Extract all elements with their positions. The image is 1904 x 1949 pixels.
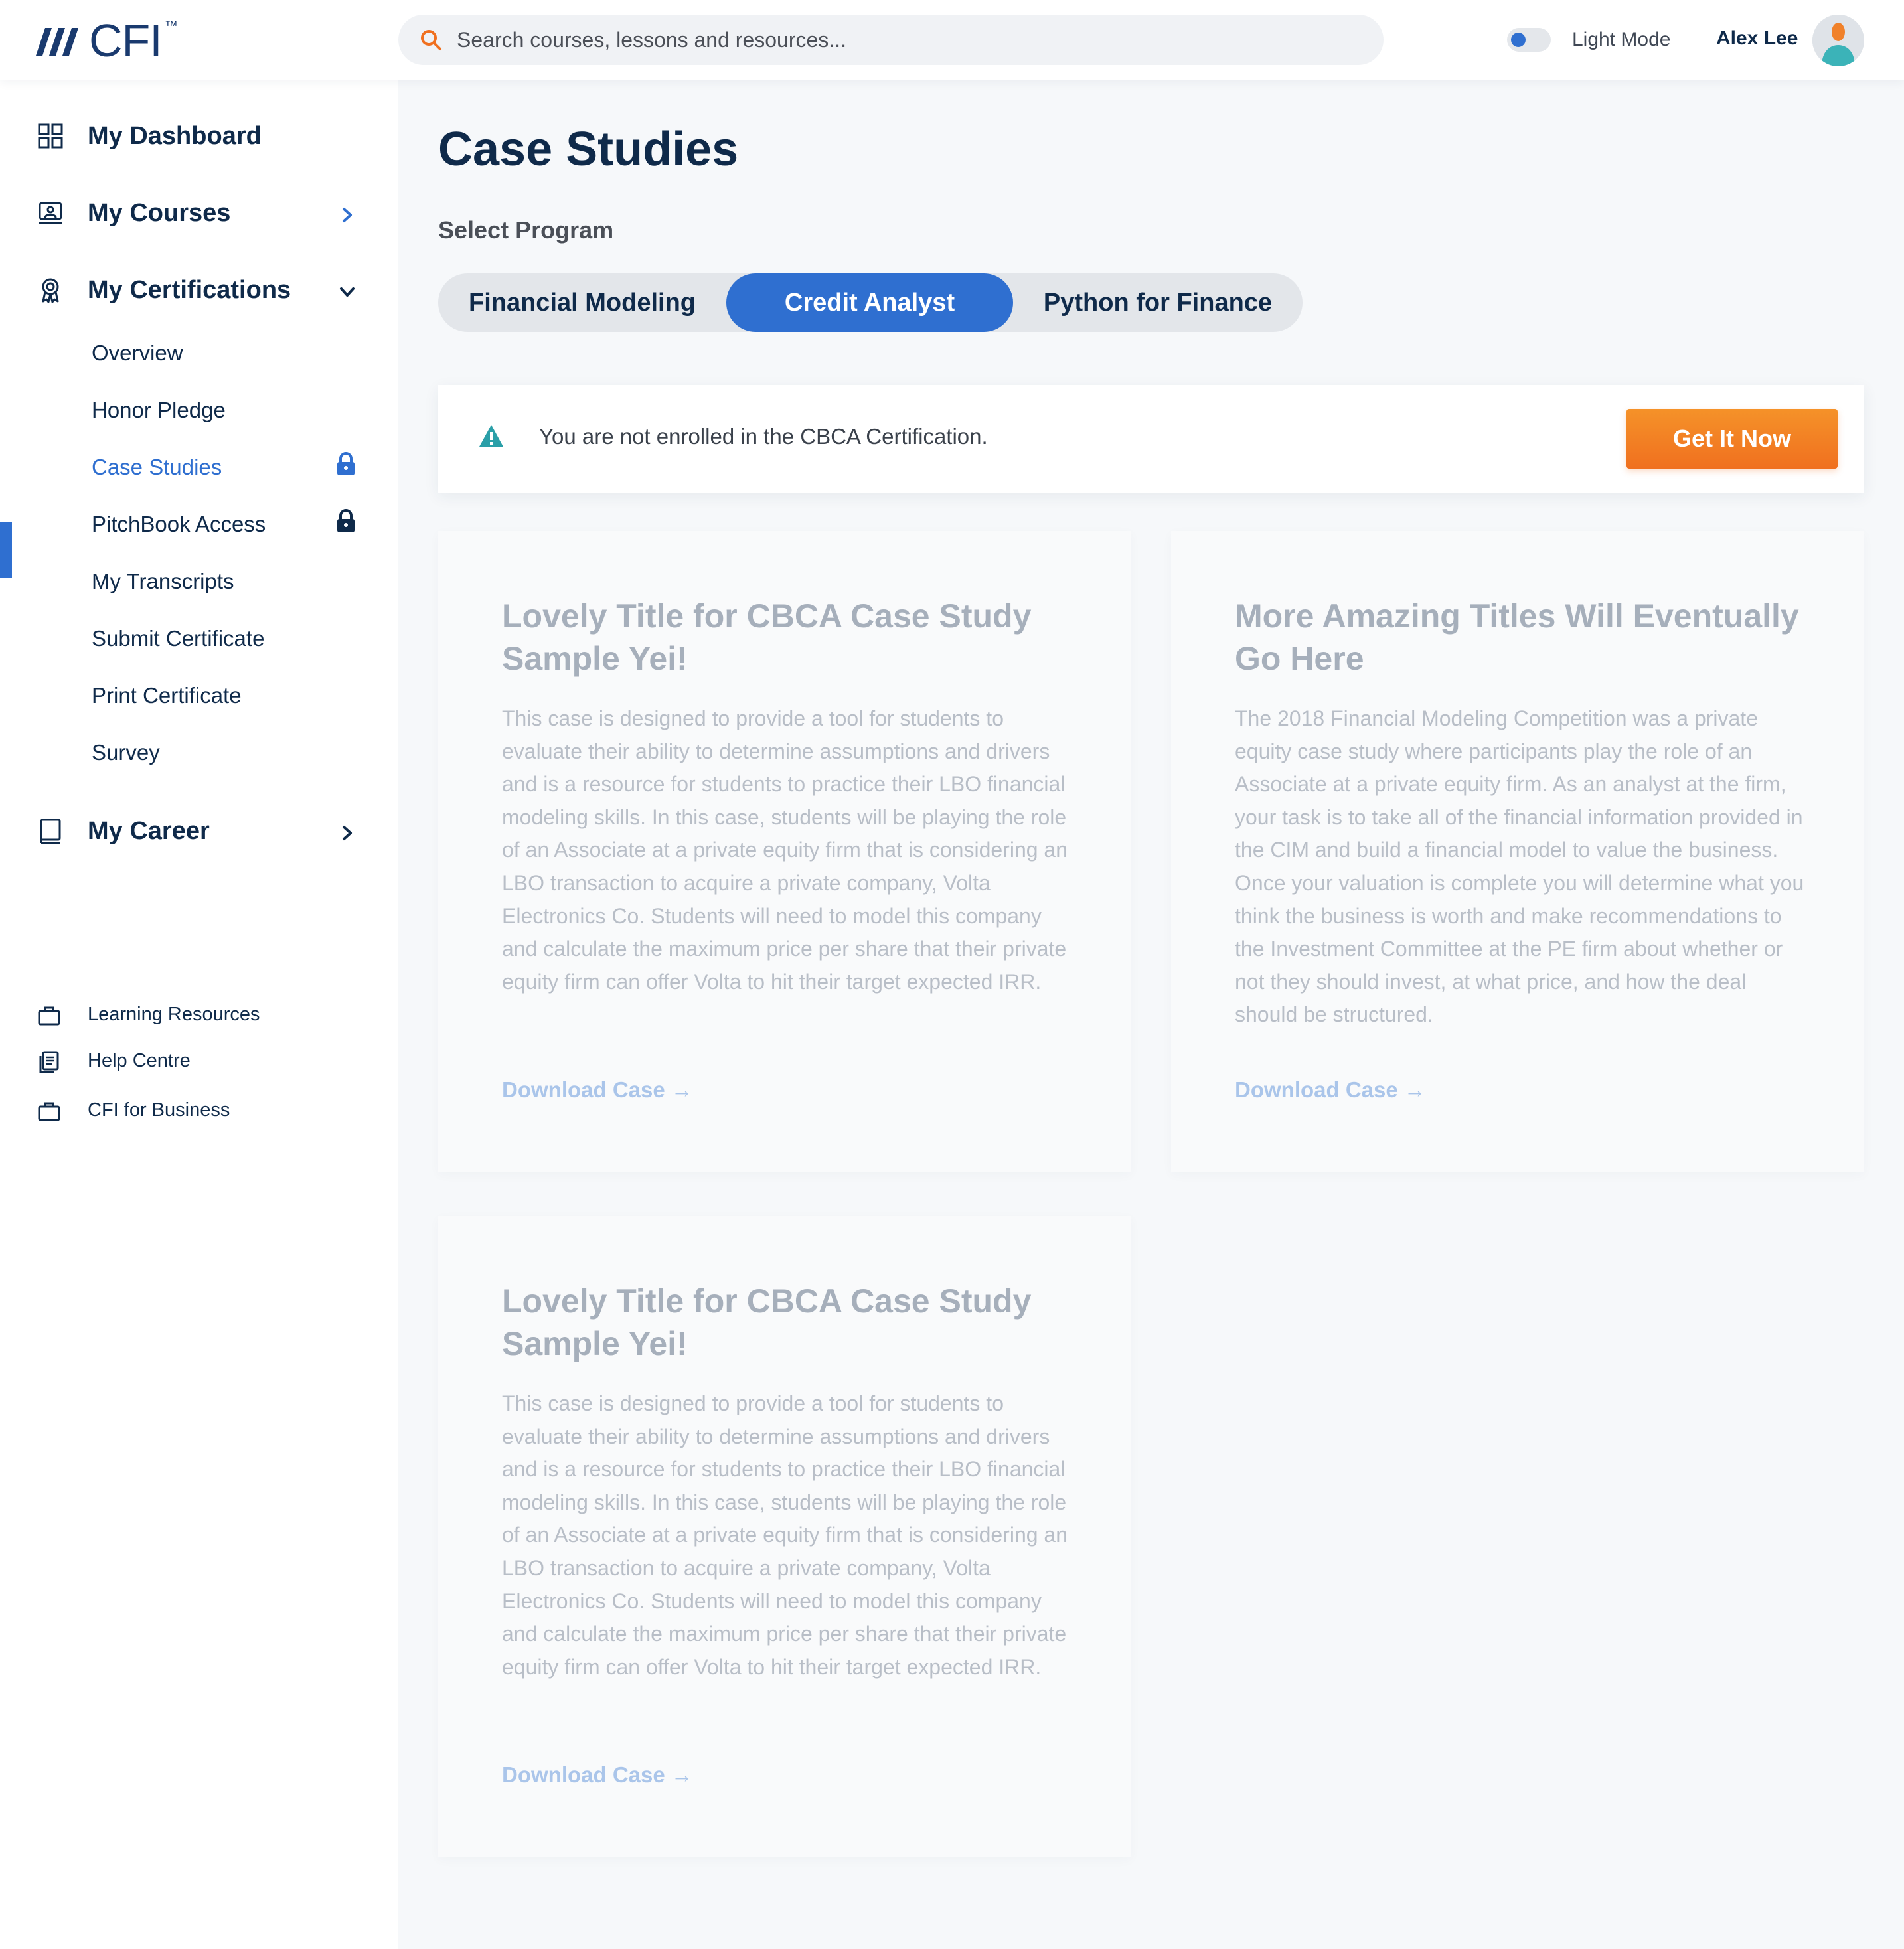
- lock-icon: [337, 452, 355, 475]
- book-icon: [40, 819, 61, 844]
- search-icon: [421, 30, 441, 50]
- footer-link-label: CFI for Business: [88, 1099, 230, 1121]
- case-study-card: Lovely Title for CBCA Case Study Sample …: [438, 531, 1131, 1172]
- sidebar-item-label: My Dashboard: [88, 121, 262, 150]
- download-case-link[interactable]: Download Case →: [502, 1077, 693, 1103]
- chevron-right-icon: [343, 826, 352, 840]
- sidebar-subitem-case-studies[interactable]: Case Studies: [92, 454, 222, 481]
- logo-trademark: ™: [164, 19, 178, 33]
- active-indicator: [0, 522, 12, 578]
- user-avatar-icon: [1812, 15, 1864, 66]
- sidebar-item-label: My Courses: [88, 198, 231, 227]
- download-case-link[interactable]: Download Case →: [502, 1762, 693, 1788]
- certification-badge-icon: [42, 278, 59, 303]
- chevron-down-icon: [340, 287, 355, 297]
- toggle-knob: [1511, 33, 1526, 47]
- case-study-description: The 2018 Financial Modeling Competition …: [1235, 706, 1804, 1027]
- sidebar-subitem-pitchbook-access[interactable]: PitchBook Access: [92, 511, 266, 538]
- tab-credit-analyst[interactable]: Credit Analyst: [726, 273, 1013, 332]
- briefcase-icon: [38, 1006, 60, 1026]
- case-study-description: This case is designed to provide a tool …: [502, 706, 1068, 994]
- tab-python-for-finance[interactable]: Python for Finance: [1013, 273, 1303, 332]
- case-study-card: More Amazing Titles Will Eventually Go H…: [1171, 531, 1864, 1172]
- download-case-link[interactable]: Download Case →: [1235, 1077, 1426, 1103]
- case-study-description: This case is designed to provide a tool …: [502, 1391, 1068, 1679]
- avatar[interactable]: [1812, 15, 1864, 66]
- select-program-label: Select Program: [438, 216, 614, 244]
- warning-icon: [479, 425, 503, 447]
- case-study-title: Lovely Title for CBCA Case Study Sample …: [502, 1283, 1032, 1362]
- chevron-right-icon: [343, 208, 352, 222]
- top-header: CFI ™ Light Mode Alex Lee: [0, 0, 1904, 80]
- sidebar-link-cfi-for-business[interactable]: CFI for Business: [0, 1094, 398, 1127]
- case-study-title: Lovely Title for CBCA Case Study Sample …: [502, 597, 1032, 677]
- user-name[interactable]: Alex Lee: [1716, 27, 1798, 50]
- program-tabs: Financial Modeling Credit Analyst Python…: [438, 273, 1303, 332]
- sidebar-subitem-honor-pledge[interactable]: Honor Pledge: [92, 397, 226, 424]
- enrollment-alert: You are not enrolled in the CBCA Certifi…: [438, 385, 1864, 493]
- search-bar[interactable]: [398, 15, 1384, 65]
- briefcase-icon: [38, 1102, 60, 1121]
- lock-icon: [337, 509, 355, 532]
- sidebar-item-label: My Career: [88, 817, 210, 845]
- cfi-logo[interactable]: CFI ™: [29, 17, 178, 64]
- logo-slashes-icon: [36, 28, 78, 56]
- dashboard-grid-icon: [38, 123, 63, 149]
- sidebar-subitem-print-certificate[interactable]: Print Certificate: [92, 682, 242, 709]
- light-mode-label: Light Mode: [1572, 29, 1671, 50]
- sidebar-item-certifications[interactable]: My Certifications: [0, 264, 398, 317]
- alert-message: You are not enrolled in the CBCA Certifi…: [539, 424, 988, 449]
- sidebar-subitem-survey[interactable]: Survey: [92, 740, 160, 766]
- tab-financial-modeling[interactable]: Financial Modeling: [438, 273, 726, 332]
- sidebar-item-career[interactable]: My Career: [0, 805, 398, 858]
- sidebar-item-courses[interactable]: My Courses: [0, 187, 398, 240]
- document-icon: [39, 1051, 59, 1073]
- sidebar-item-label: My Certifications: [88, 275, 291, 304]
- page-title: Case Studies: [438, 123, 739, 176]
- sidebar-subitem-submit-certificate[interactable]: Submit Certificate: [92, 625, 264, 652]
- footer-link-label: Learning Resources: [88, 1004, 260, 1025]
- sidebar: My Dashboard My Courses My Certification…: [0, 80, 398, 1949]
- sidebar-link-learning-resources[interactable]: Learning Resources: [0, 998, 398, 1032]
- search-input[interactable]: [457, 27, 1320, 52]
- courses-icon: [39, 202, 62, 224]
- light-mode-toggle[interactable]: [1507, 28, 1551, 52]
- logo-text: CFI: [89, 15, 163, 66]
- case-study-title: More Amazing Titles Will Eventually Go H…: [1235, 597, 1799, 677]
- case-study-card: Lovely Title for CBCA Case Study Sample …: [438, 1216, 1131, 1857]
- sidebar-subitem-my-transcripts[interactable]: My Transcripts: [92, 568, 234, 595]
- footer-link-label: Help Centre: [88, 1050, 191, 1071]
- sidebar-link-help-centre[interactable]: Help Centre: [0, 1045, 398, 1078]
- sidebar-item-dashboard[interactable]: My Dashboard: [0, 110, 398, 163]
- get-it-now-button[interactable]: Get It Now: [1626, 409, 1838, 469]
- sidebar-subitem-overview[interactable]: Overview: [92, 340, 183, 366]
